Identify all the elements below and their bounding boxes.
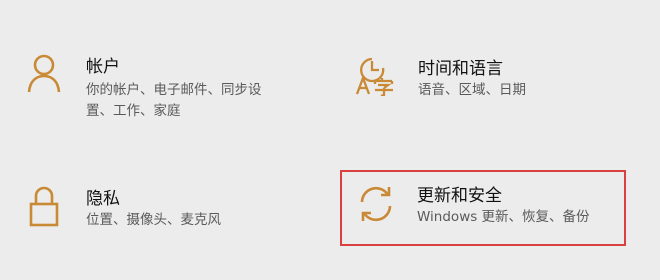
- sync-arrows-icon: [354, 182, 398, 226]
- tile-title-time-language: 时间和语言: [418, 59, 503, 79]
- tile-description-accounts: 你的帐户、电子邮件、同步设 置、工作、家庭: [86, 80, 262, 122]
- tile-description-privacy: 位置、摄像头、麦克风: [86, 210, 221, 231]
- person-icon: [24, 52, 64, 96]
- tile-description-time-language: 语音、区域、日期: [418, 80, 526, 101]
- lock-icon: [24, 184, 64, 228]
- tile-title-privacy: 隐私: [86, 189, 120, 209]
- tile-description-line: 语音、区域、日期: [418, 82, 526, 98]
- tile-description-line: 位置、摄像头、麦克风: [86, 212, 221, 228]
- settings-tile-time-language[interactable]: 时间和语言 语音、区域、日期: [330, 0, 660, 140]
- tile-description-line: 置、工作、家庭: [86, 103, 181, 119]
- tile-description-line: 你的帐户、电子邮件、同步设: [86, 82, 262, 98]
- tile-title-accounts: 帐户: [86, 57, 120, 77]
- settings-tile-update-security[interactable]: 更新和安全 Windows 更新、恢复、备份: [340, 170, 625, 244]
- tile-description-update-security: Windows 更新、恢复、备份: [417, 207, 590, 228]
- tile-description-line: Windows 更新、恢复、备份: [417, 209, 590, 225]
- settings-tile-accounts[interactable]: 帐户 你的帐户、电子邮件、同步设 置、工作、家庭: [0, 0, 330, 140]
- tile-title-update-security: 更新和安全: [417, 186, 502, 206]
- time-language-icon: [352, 50, 398, 96]
- settings-tile-privacy[interactable]: 隐私 位置、摄像头、麦克风: [0, 140, 330, 280]
